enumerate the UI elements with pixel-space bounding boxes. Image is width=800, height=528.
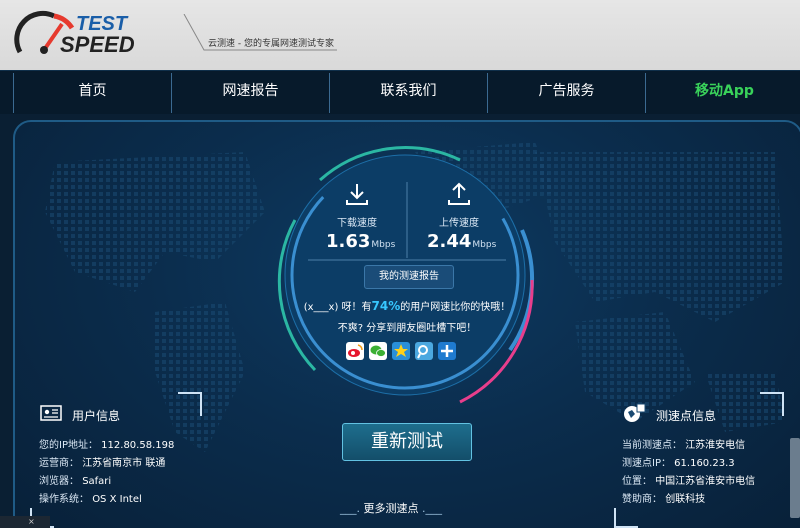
comparison-message: (x___x) 呀！有74%的用户网速比你的快哦！ — [303, 299, 511, 313]
nav-item-contact[interactable]: 联系我们 — [330, 71, 487, 115]
download-speed-value: 1.63Mbps — [326, 231, 396, 252]
main-nav: 首页 网速报告 联系我们 广告服务 移动App — [0, 70, 800, 114]
weibo-icon[interactable] — [346, 342, 364, 360]
test-node-icon — [624, 403, 646, 422]
wechat-icon[interactable] — [369, 342, 387, 360]
site-header: TEST SPEED 云测速 - 您的专属网速测试专家 — [0, 0, 800, 70]
node-sponsor-row: 赞助商： 创联科技 — [622, 494, 706, 505]
test-speed-logo[interactable]: TEST SPEED — [14, 8, 174, 60]
my-speed-report-button[interactable]: 我的测速报告 — [364, 265, 454, 289]
node-info-title: 测速点信息 — [656, 409, 717, 423]
slogan-divider: 云测速 - 您的专属网速测试专家 — [182, 13, 337, 52]
upload-speed-value: 2.44Mbps — [427, 231, 497, 252]
side-scroll-handle[interactable] — [790, 438, 800, 518]
download-label: 下载速度 — [337, 218, 377, 229]
more-share-icon[interactable] — [438, 342, 456, 360]
user-os-row: 操作系统： OS X Intel — [39, 494, 142, 505]
node-ip-row: 测速点IP： 61.160.23.3 — [622, 458, 735, 469]
user-info-title: 用户信息 — [72, 409, 121, 423]
svg-text:SPEED: SPEED — [60, 32, 135, 57]
user-ip-row: 您的IP地址： 112.80.58.198 — [39, 440, 175, 451]
download-icon — [346, 184, 368, 205]
node-info-corner-top — [760, 392, 784, 416]
nav-item-mobile-app[interactable]: 移动App — [646, 71, 800, 115]
nav-item-home[interactable]: 首页 — [14, 71, 171, 115]
node-location-row: 位置： 中国江苏省淮安市电信 — [622, 476, 756, 487]
nav-item-speed-report[interactable]: 网速报告 — [172, 71, 329, 115]
nav-item-ads[interactable]: 广告服务 — [488, 71, 645, 115]
more-test-points-link[interactable]: ___. 更多测速点 .___ — [340, 500, 442, 516]
tencent-weibo-icon[interactable] — [415, 342, 433, 360]
qzone-icon[interactable] — [392, 342, 410, 360]
share-prompt: 不爽? 分享到朋友圈吐槽下吧！ — [337, 323, 477, 334]
upload-label: 上传速度 — [439, 218, 479, 229]
upload-icon — [448, 182, 470, 205]
slogan-text: 云测速 - 您的专属网速测试专家 — [208, 39, 334, 49]
retest-button[interactable]: 重新测试 — [342, 423, 472, 461]
user-browser-row: 浏览器： Safari — [39, 476, 112, 487]
user-isp-row: 运营商： 江苏省南京市 联通 — [39, 458, 166, 469]
user-card-icon — [40, 405, 62, 421]
node-info-corner-bottom — [614, 508, 638, 528]
bottom-close-bar: × — [0, 516, 50, 528]
user-info-corner-top — [178, 392, 202, 416]
node-current-row: 当前测速点： 江苏淮安电信 — [622, 440, 746, 451]
close-icon[interactable]: × — [28, 517, 35, 526]
